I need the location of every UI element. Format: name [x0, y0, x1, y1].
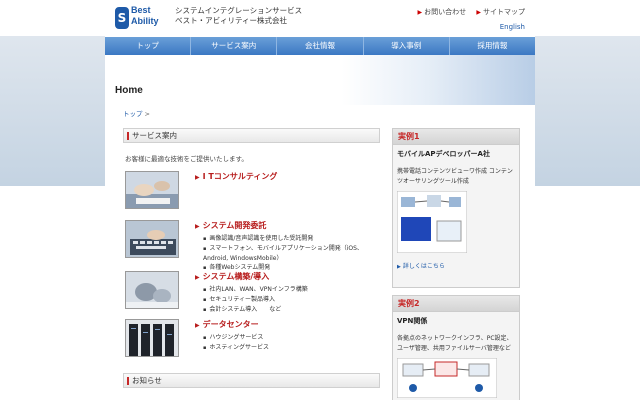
- page-title: Home: [115, 85, 143, 96]
- list-item: ハウジングサービス: [203, 333, 383, 343]
- arrow-icon: ▶: [397, 264, 401, 270]
- case-body: モバイルAPデベロッパーA社 携帯電話コンテンツビューワ作成 コンテンツオーサリ…: [393, 145, 519, 274]
- list-item: 会計システム導入 など: [203, 305, 383, 315]
- news-section: お知らせ: [123, 373, 380, 388]
- development-photo: [125, 220, 179, 258]
- service-bullet-list: 画像認識/音声認識を使用した受託開発 スマートフォン、モバイルアプリケーション開…: [203, 234, 383, 273]
- arrow-icon: ▶: [195, 322, 200, 329]
- case-description: 携帯電話コンテンツビューワ作成 コンテンツオーサリングツール作成: [397, 168, 513, 185]
- arrow-icon: ▶: [476, 9, 481, 16]
- contact-link-label: お問い合わせ: [424, 8, 467, 16]
- hero-banner: Home: [105, 55, 535, 105]
- case-card-2: 実例2 VPN関係 各拠点のネットワークインフラ、PC設定、ユーザ管理、共用ファ…: [392, 295, 520, 400]
- arrow-icon: ▶: [195, 174, 200, 181]
- logo-mark-icon: S: [115, 7, 129, 29]
- service-title-label: I Tコンサルティング: [202, 172, 278, 181]
- company-name: システムインテグレーションサービス ベスト・アビィリティー株式会社: [175, 6, 302, 26]
- breadcrumb: トップ >: [123, 108, 150, 118]
- company-tagline: システムインテグレーションサービス: [175, 6, 303, 15]
- case-title: モバイルAPデベロッパーA社: [397, 150, 490, 158]
- company-legal-name: ベスト・アビィリティー株式会社: [175, 16, 288, 25]
- case-more-link[interactable]: ▶ 詳しくはこちら: [397, 261, 515, 270]
- nav-item-company[interactable]: 会社情報: [277, 37, 364, 55]
- breadcrumb-separator: >: [144, 110, 150, 118]
- case-label: 実例2: [393, 296, 519, 312]
- service-title-label: システム開発委託: [202, 221, 267, 230]
- service-title[interactable]: ▶ I Tコンサルティング: [195, 171, 277, 182]
- case-body: VPN関係 各拠点のネットワークインフラ、PC設定、ユーザ管理、共用ファイルサー…: [393, 312, 519, 400]
- services-intro: お客様に最適な技術をご提供いたします。: [125, 155, 248, 163]
- list-item: スマートフォン、モバイルアプリケーション開発（iOS、Android, Wind…: [203, 244, 383, 263]
- arrow-icon: ▶: [417, 9, 423, 16]
- logo-wordmark: Best Ability: [131, 5, 159, 27]
- case-title: VPN関係: [397, 317, 428, 325]
- site-header: S Best Ability システムインテグレーションサービス ベスト・アビィ…: [105, 0, 535, 36]
- logo-line-2: Ability: [131, 16, 159, 26]
- case-card-1: 実例1 モバイルAPデベロッパーA社 携帯電話コンテンツビューワ作成 コンテンツ…: [392, 128, 520, 288]
- service-title[interactable]: ▶ システム開発委託: [195, 220, 266, 231]
- service-bullet-list: ハウジングサービス ホスティングサービス: [203, 333, 383, 353]
- company-logo[interactable]: S Best Ability: [115, 5, 170, 35]
- breadcrumb-home-link[interactable]: トップ: [123, 110, 143, 118]
- news-heading: お知らせ: [123, 373, 380, 388]
- nav-item-recruit[interactable]: 採用情報: [450, 37, 535, 55]
- case-diagram: [396, 190, 515, 257]
- case-label: 実例1: [393, 129, 519, 145]
- sitemap-link[interactable]: ▶ サイトマップ: [476, 8, 525, 16]
- service-title-label: システム構築/導入: [202, 272, 270, 281]
- list-item: 社内LAN、WAN、VPNインフラ構築: [203, 285, 383, 295]
- case-description: 各拠点のネットワークインフラ、PC設定、ユーザ管理、共用ファイルサーバ管理など: [397, 335, 513, 352]
- system-build-photo: [125, 271, 179, 309]
- page-container: S Best Ability システムインテグレーションサービス ベスト・アビィ…: [105, 0, 535, 400]
- service-title-label: データセンター: [202, 320, 259, 329]
- list-item: セキュリティー製品導入: [203, 295, 383, 305]
- nav-item-top[interactable]: トップ: [105, 37, 192, 55]
- contact-link[interactable]: ▶ お問い合わせ: [418, 8, 467, 16]
- service-title[interactable]: ▶ システム構築/導入: [195, 271, 269, 282]
- services-heading: サービス案内: [123, 128, 380, 143]
- consulting-photo: [125, 171, 179, 209]
- service-bullet-list: 社内LAN、WAN、VPNインフラ構築 セキュリティー製品導入 会計システム導入…: [203, 285, 383, 315]
- case-more-label: 詳しくはこちら: [402, 263, 445, 270]
- utility-links: ▶ お問い合わせ ▶ サイトマップ: [410, 7, 525, 17]
- services-section: サービス案内 お客様に最適な技術をご提供いたします。: [123, 128, 380, 163]
- arrow-icon: ▶: [195, 274, 200, 281]
- case-diagram: [396, 357, 515, 400]
- sitemap-link-label: サイトマップ: [483, 8, 525, 16]
- nav-item-cases[interactable]: 導入事例: [364, 37, 450, 55]
- nav-item-services[interactable]: サービス案内: [191, 37, 278, 55]
- service-title[interactable]: ▶ データセンター: [195, 319, 259, 330]
- global-nav: トップ サービス案内 会社情報 導入事例 採用情報: [105, 37, 535, 55]
- logo-line-1: Best: [131, 5, 151, 15]
- arrow-icon: ▶: [195, 223, 200, 230]
- datacenter-photo: [125, 319, 179, 357]
- english-link[interactable]: English: [500, 23, 525, 31]
- list-item: ホスティングサービス: [203, 343, 383, 353]
- list-item: 画像認識/音声認識を使用した受託開発: [203, 234, 383, 244]
